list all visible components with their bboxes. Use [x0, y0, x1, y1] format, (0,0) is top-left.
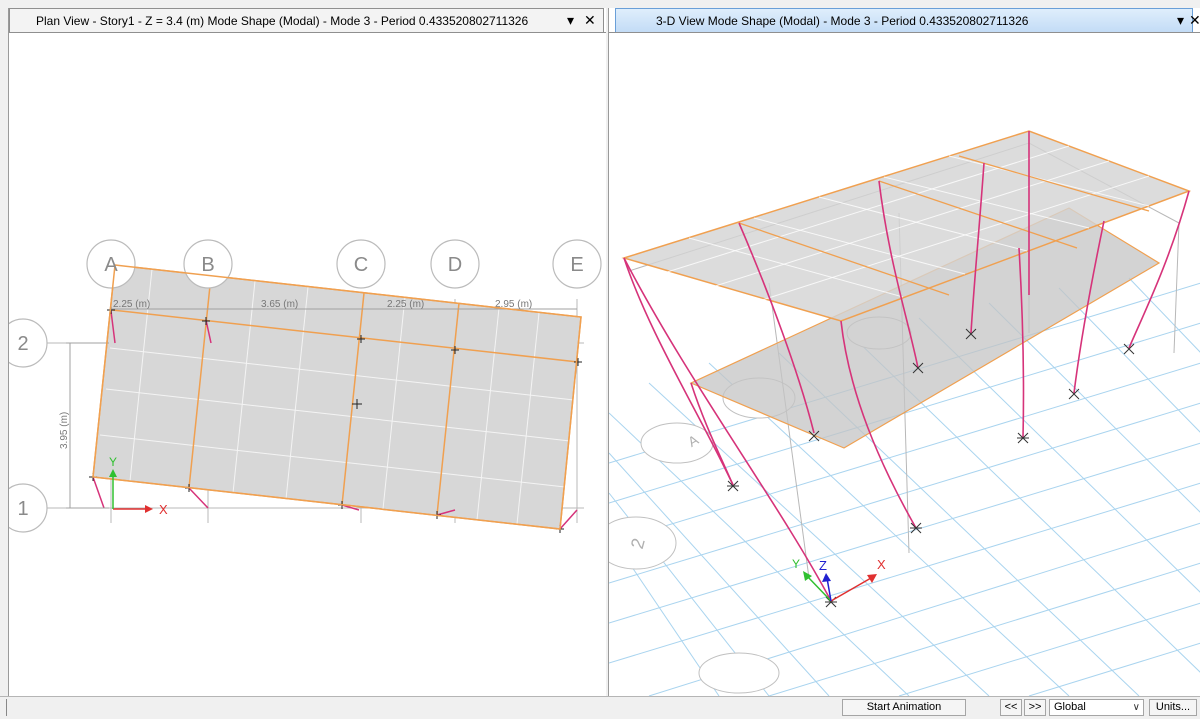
grid-bubble [640, 422, 714, 464]
status-divider [6, 699, 7, 716]
units-button[interactable]: Units... [1149, 699, 1197, 716]
plan-view-tab[interactable]: Plan View - Story1 - Z = 3.4 (m) Mode Sh… [9, 8, 604, 32]
grid-label-e: E [570, 254, 583, 276]
grid-label-b: B [201, 254, 214, 276]
dimension-label: 3.65 (m) [261, 299, 298, 310]
3d-view-window[interactable]: 3-D View Mode Shape (Modal) - Mode 3 - P… [608, 8, 1200, 696]
axis-x-label: X [877, 557, 886, 572]
axis-y-label: Y [792, 557, 800, 571]
3d-view-canvas[interactable]: A 2 X Y Z [609, 33, 1200, 696]
dimension-label: 2.25 (m) [113, 299, 150, 310]
tab-dropdown-icon[interactable]: ▾ [567, 8, 574, 32]
grid-label-d: D [448, 254, 462, 276]
3d-view-title: 3-D View Mode Shape (Modal) - Mode 3 - P… [656, 14, 1029, 28]
grid-bubble [698, 652, 780, 694]
chevron-down-icon: ∨ [1132, 702, 1140, 713]
previous-mode-button[interactable]: << [1000, 699, 1022, 716]
dimension-label-y: 3.95 (m) [59, 412, 70, 449]
axis-x-label: X [159, 502, 168, 517]
status-bar: Start Animation << >> Global ∨ Units... [0, 696, 1200, 719]
plan-view-canvas[interactable]: 2.25 (m) 3.65 (m) 2.25 (m) 2.95 (m) 3.95… [9, 33, 606, 696]
axis-y-label: Y [109, 455, 117, 469]
axis-triad-icon: X Y Z [792, 557, 886, 602]
plan-view-window[interactable]: Plan View - Story1 - Z = 3.4 (m) Mode Sh… [8, 8, 606, 696]
next-mode-button[interactable]: >> [1024, 699, 1046, 716]
start-animation-button[interactable]: Start Animation [842, 699, 966, 716]
grid-label-2: 2 [17, 333, 28, 355]
axis-z-label: Z [819, 558, 827, 573]
grid-label-a: A [104, 254, 118, 276]
plan-view-title: Plan View - Story1 - Z = 3.4 (m) Mode Sh… [36, 14, 529, 28]
grid-label-c: C [354, 254, 368, 276]
grid-label-1: 1 [17, 498, 28, 520]
dimension-label: 2.25 (m) [387, 299, 424, 310]
close-icon[interactable]: ✕ [1189, 8, 1200, 32]
coord-system-select[interactable]: Global ∨ [1049, 699, 1144, 716]
3d-view-tab[interactable]: 3-D View Mode Shape (Modal) - Mode 3 - P… [615, 8, 1193, 32]
coord-system-value: Global [1054, 701, 1086, 713]
close-icon[interactable]: ✕ [584, 8, 596, 32]
tab-dropdown-icon[interactable]: ▾ [1177, 8, 1184, 32]
